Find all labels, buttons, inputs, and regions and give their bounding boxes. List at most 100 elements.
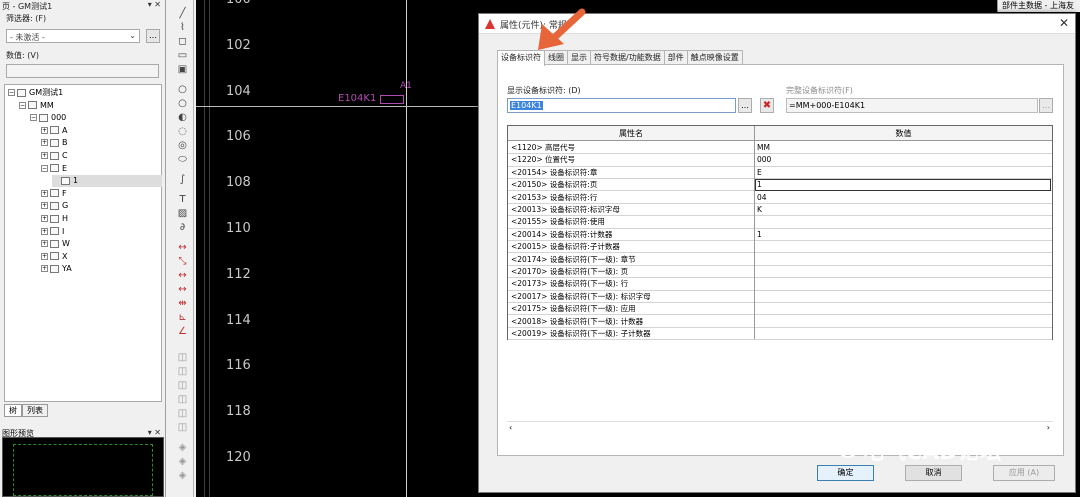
horizontal-scrollbar[interactable]: ‹ › <box>507 421 1053 435</box>
line-tool-icon[interactable]: ╱ <box>176 8 189 19</box>
ellipse-tool-icon[interactable]: ◎ <box>176 140 189 151</box>
tree-node[interactable]: + X <box>41 251 67 263</box>
apply-button[interactable]: 应用 (A) <box>993 465 1055 481</box>
filter-more-button[interactable]: … <box>146 29 160 43</box>
page-tree[interactable]: − GM测试1− MM −000 + A + B + C − E 1 + F + G + H + I + W + X + YA <box>4 84 162 402</box>
table-row[interactable]: <20014> 设备标识符:计数器 1 <box>508 229 1052 242</box>
rectangle-tool-icon[interactable]: ▭ <box>176 50 189 61</box>
tab-list[interactable]: 列表 <box>22 404 48 417</box>
tree-node[interactable]: + B <box>41 137 68 149</box>
property-value-cell[interactable]: 04 <box>757 192 1047 204</box>
polyline-tool-icon[interactable]: ⌇ <box>176 22 189 33</box>
shape-g-icon[interactable]: ◈ <box>176 442 189 453</box>
circle2-tool-icon[interactable]: ○ <box>176 98 189 109</box>
property-value-cell[interactable]: 1 <box>755 179 1051 192</box>
scroll-right-icon[interactable]: › <box>1047 423 1050 432</box>
properties-grid[interactable]: 属性名 数值 <1120> 高层代号 MM <1220> 位置代号 000 <20154… <box>507 125 1053 341</box>
expand-icon[interactable]: + <box>41 202 48 210</box>
full-tag-browse-button[interactable]: … <box>1039 98 1053 113</box>
property-value-cell[interactable]: E <box>757 167 1047 179</box>
angle-tool-icon[interactable]: ∠ <box>176 326 189 337</box>
shape-h-icon[interactable]: ◈ <box>176 456 189 467</box>
dimension6-tool-icon[interactable]: ⊾ <box>176 312 189 323</box>
tree-node[interactable]: − GM测试1 <box>8 87 63 99</box>
shape-e-icon[interactable]: ◫ <box>176 408 189 419</box>
scroll-left-icon[interactable]: ‹ <box>509 423 512 432</box>
polygon-tool-icon[interactable]: ◻ <box>176 36 189 47</box>
collapse-icon[interactable]: − <box>30 114 37 122</box>
collapse-icon[interactable]: − <box>19 101 26 109</box>
expand-icon[interactable]: + <box>41 139 48 147</box>
shape-d-icon[interactable]: ◫ <box>176 394 189 405</box>
arc-tool-icon[interactable]: ◐ <box>176 112 189 123</box>
expand-icon[interactable]: + <box>41 240 48 248</box>
tree-node[interactable]: 1 <box>52 175 162 188</box>
expand-icon[interactable]: + <box>41 189 48 197</box>
dimension5-tool-icon[interactable]: ⇹ <box>176 298 189 309</box>
shape-c-icon[interactable]: ◫ <box>176 380 189 391</box>
tab-contact-image[interactable]: 触点映像设置 <box>686 50 743 64</box>
tab-device-tag[interactable]: 设备标识符 <box>497 50 545 66</box>
tree-node[interactable]: + H <box>41 213 68 225</box>
tree-node[interactable]: + G <box>41 200 68 212</box>
tree-node[interactable]: + C <box>41 150 68 162</box>
ellipse2-tool-icon[interactable]: ⬭ <box>176 154 189 165</box>
table-row[interactable]: <20173> 设备标识符(下一级): 行 <box>508 278 1052 291</box>
component-symbol[interactable] <box>380 95 404 104</box>
expand-icon[interactable]: + <box>41 265 48 273</box>
expand-icon[interactable]: + <box>41 227 48 235</box>
collapse-icon[interactable]: − <box>8 89 15 96</box>
display-tag-browse-button[interactable]: … <box>738 98 752 113</box>
property-value-cell[interactable]: 000 <box>757 154 1047 166</box>
arc2-tool-icon[interactable]: ◌ <box>176 126 189 137</box>
tree-node[interactable]: + F <box>41 188 67 200</box>
table-row[interactable]: <20155> 设备标识符:使用 <box>508 216 1052 229</box>
text-tool-icon[interactable]: T <box>176 194 189 205</box>
shape-b-icon[interactable]: ◫ <box>176 366 189 377</box>
property-value-cell[interactable]: K <box>757 204 1047 216</box>
table-row[interactable]: <20170> 设备标识符(下一级): 页 <box>508 266 1052 279</box>
tab-parts[interactable]: 部件 <box>663 50 688 64</box>
image-tool-icon[interactable]: ▨ <box>176 208 189 219</box>
table-row[interactable]: <20154> 设备标识符:章 E <box>508 167 1052 180</box>
tree-node[interactable]: − MM <box>19 100 54 112</box>
tab-symbol-data[interactable]: 符号数据/功能数据 <box>590 50 665 64</box>
frame-tool-icon[interactable]: ▣ <box>176 64 189 75</box>
clear-button[interactable]: ✖ <box>760 98 774 113</box>
expand-icon[interactable]: + <box>41 126 48 134</box>
tree-node[interactable]: − 000 <box>30 112 66 124</box>
table-row[interactable]: <1120> 高层代号 MM <box>508 142 1052 155</box>
table-row[interactable]: <20175> 设备标识符(下一级): 应用 <box>508 303 1052 316</box>
dimension2-tool-icon[interactable]: ⤡ <box>176 256 189 267</box>
expand-icon[interactable]: + <box>41 152 48 159</box>
property-value-cell[interactable]: 1 <box>757 229 1047 241</box>
spline-tool-icon[interactable]: ∫ <box>176 174 189 185</box>
tree-node[interactable]: + A <box>41 125 67 137</box>
table-row[interactable]: <1220> 位置代号 000 <box>508 154 1052 167</box>
table-row[interactable]: <20153> 设备标识符:行 04 <box>508 192 1052 204</box>
header-value[interactable]: 数值 <box>755 126 1052 141</box>
table-row[interactable]: <20150> 设备标识符:页 1 <box>508 179 1052 192</box>
table-row[interactable]: <20174> 设备标识符(下一级): 章节 <box>508 254 1052 266</box>
collapse-icon[interactable]: − <box>41 164 48 172</box>
shape-a-icon[interactable]: ◫ <box>176 352 189 363</box>
property-value-cell[interactable]: MM <box>757 142 1047 154</box>
close-icon[interactable]: ✕ <box>1059 16 1069 30</box>
filter-select[interactable]: - 未激活 - ⌄ <box>6 29 140 43</box>
cancel-button[interactable]: 取消 <box>905 465 962 481</box>
tree-node[interactable]: + YA <box>41 263 72 275</box>
table-row[interactable]: <20015> 设备标识符:子计数器 <box>508 241 1052 254</box>
component-label[interactable]: E104K1 <box>338 93 376 104</box>
circle-tool-icon[interactable]: ○ <box>176 84 189 95</box>
value-input[interactable] <box>6 64 159 78</box>
dimension3-tool-icon[interactable]: ↔ <box>176 270 189 281</box>
link-tool-icon[interactable]: ∂ <box>176 222 189 233</box>
expand-icon[interactable]: + <box>41 215 48 222</box>
panel-controls[interactable]: ▾ ✕ <box>148 0 161 9</box>
tree-node[interactable]: − E <box>41 163 67 175</box>
tab-tree[interactable]: 树 <box>4 404 22 417</box>
expand-icon[interactable]: + <box>41 252 48 260</box>
display-tag-input[interactable]: E104K1 <box>507 98 736 113</box>
table-row[interactable]: <20017> 设备标识符(下一级): 标识字母 <box>508 291 1052 304</box>
tree-node[interactable]: + I <box>41 226 64 238</box>
